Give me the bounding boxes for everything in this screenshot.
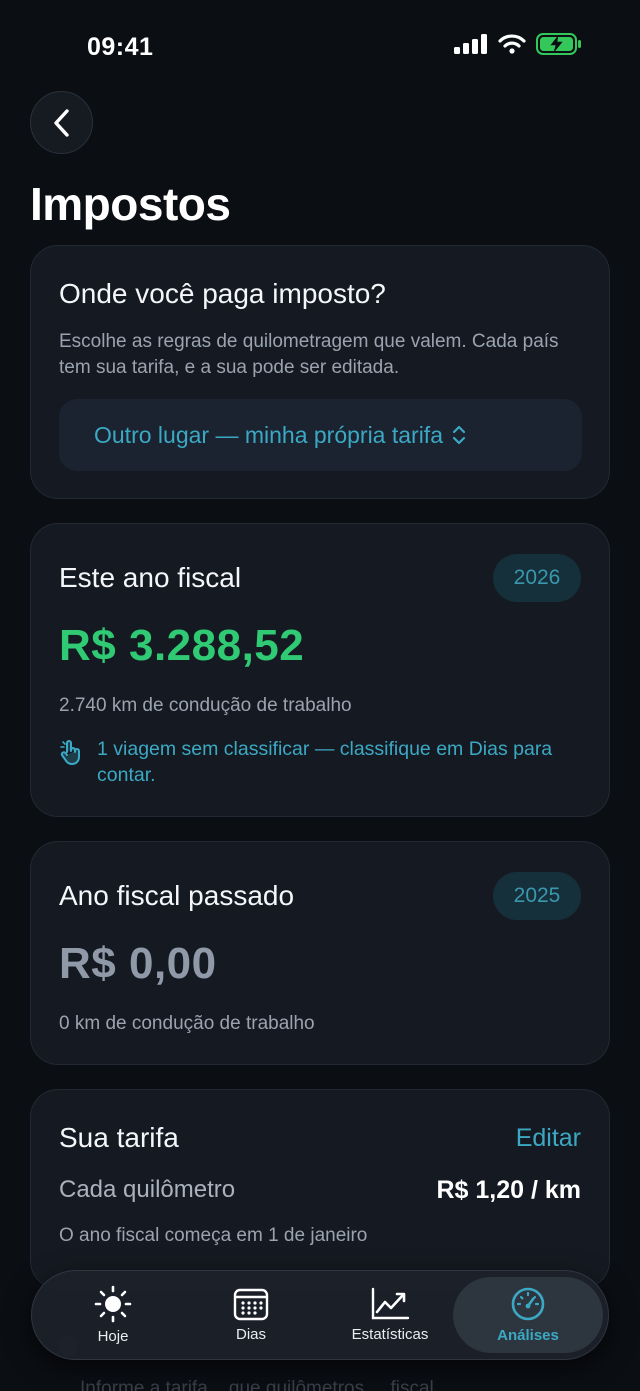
- tab-analises-label: Análises: [497, 1327, 559, 1344]
- screen: 09:41 Impostos Onde você paga imposto? E…: [0, 0, 640, 1391]
- previous-year-amount: R$ 0,00: [59, 939, 217, 988]
- tax-region-description: Escolhe as regras de quilometragem que v…: [59, 331, 559, 378]
- tax-region-picker[interactable]: Outro lugar — minha própria tarifa: [59, 399, 582, 471]
- previous-year-distance: 0 km de condução de trabalho: [59, 1013, 315, 1034]
- per-km-label: Cada quilômetro: [59, 1176, 236, 1203]
- tab-dias[interactable]: Dias: [182, 1277, 320, 1353]
- tax-region-card: Onde você paga imposto? Escolhe as regra…: [30, 245, 610, 499]
- status-icons: [454, 33, 582, 55]
- hand-tap-icon: [60, 740, 80, 765]
- tab-dias-label: Dias: [235, 1326, 266, 1343]
- page-title: Impostos: [30, 178, 231, 230]
- chevron-up-down-icon: [452, 425, 466, 445]
- fiscal-year-start: O ano fiscal começa em 1 de janeiro: [59, 1225, 368, 1246]
- wifi-icon: [498, 34, 526, 54]
- signal-icon: [454, 34, 487, 54]
- tax-region-selected: Outro lugar — minha própria tarifa: [94, 421, 443, 448]
- rate-title: Sua tarifa: [59, 1122, 179, 1153]
- unclassified-trip-hint[interactable]: 1 viagem sem classificar — classifique e…: [59, 736, 579, 788]
- unclassified-trip-hint-text: 1 viagem sem classificar — classifique e…: [97, 738, 553, 786]
- tab-estatisticas-label: Estatísticas: [351, 1326, 429, 1343]
- sun-icon: [94, 1285, 132, 1323]
- current-year-card: Este ano fiscal 2026 R$ 3.288,52 2.740 k…: [30, 523, 610, 817]
- current-year-title: Este ano fiscal: [59, 562, 242, 593]
- current-year-amount: R$ 3.288,52: [59, 621, 305, 670]
- current-year-distance: 2.740 km de condução de trabalho: [59, 695, 352, 716]
- tab-hoje-label: Hoje: [97, 1328, 129, 1345]
- previous-year-card: Ano fiscal passado 2025 R$ 0,00 0 km de …: [30, 841, 610, 1065]
- status-time: 09:41: [87, 33, 154, 61]
- tab-hoje[interactable]: Hoje: [44, 1277, 182, 1353]
- previous-year-badge: 2025: [493, 872, 581, 920]
- back-button[interactable]: [30, 91, 93, 154]
- rate-card: Sua tarifa Editar Cada quilômetro R$ 1,2…: [30, 1089, 610, 1289]
- per-km-value: R$ 1,20 / km: [436, 1176, 581, 1204]
- tab-analises[interactable]: Análises: [453, 1277, 603, 1353]
- current-year-badge: 2026: [493, 554, 581, 602]
- tab-estatisticas[interactable]: Estatísticas: [321, 1277, 459, 1353]
- chart-line-icon: [371, 1287, 410, 1320]
- edit-rate-link[interactable]: Editar: [516, 1124, 581, 1153]
- gauge-icon: [511, 1287, 545, 1321]
- previous-year-title: Ano fiscal passado: [59, 880, 295, 911]
- battery-charging-icon: [536, 33, 581, 55]
- chevron-left-icon: [53, 108, 69, 137]
- behind-tabbar-text: Informe a tarifa... que quilômetros ... …: [80, 1378, 455, 1391]
- tab-bar: Hoje Dias Estatísticas Análises: [31, 1270, 609, 1360]
- calendar-icon: [233, 1288, 269, 1321]
- tax-region-title: Onde você paga imposto?: [59, 278, 386, 309]
